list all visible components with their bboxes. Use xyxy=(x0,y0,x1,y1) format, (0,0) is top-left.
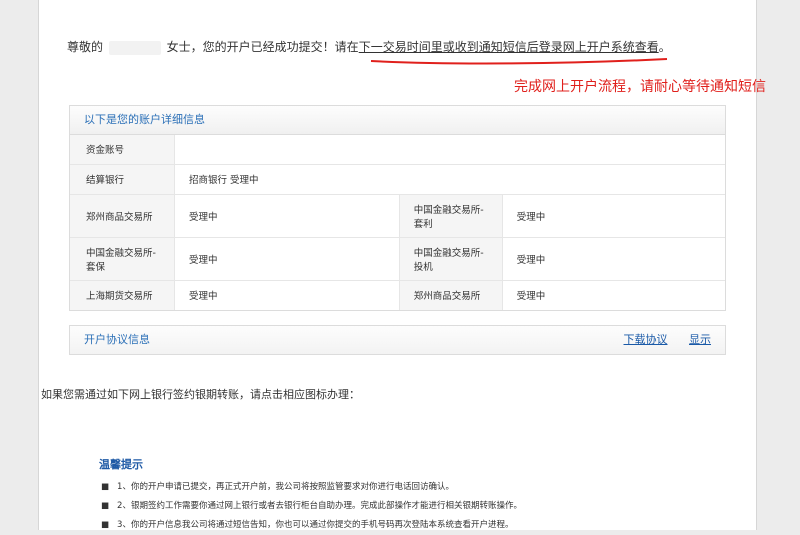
agreement-panel-title: 开户协议信息 xyxy=(84,333,150,346)
exchange-label: 中国金融交易所-套利 xyxy=(398,194,503,238)
bank-instruction-text: 如果您需通过如下网上银行签约银期转账，请点击相应图标办理： xyxy=(41,388,360,401)
tips-title: 温馨提示 xyxy=(99,458,143,471)
greeting-end: 。 xyxy=(658,40,671,54)
tip-text: 2、银期签约工作需要你通过网上银行或者去银行柜台自助办理。完成此部操作才能进行相… xyxy=(117,501,522,511)
exchange-status: 受理中 xyxy=(189,291,218,303)
account-details-panel: 以下是您的账户详细信息 资金账号 结算银行 招商银行 受理中 郑州商品交易所 受… xyxy=(69,105,726,311)
table-row: 资金账号 xyxy=(70,135,725,165)
settlement-bank-value: 招商银行 受理中 xyxy=(174,164,725,195)
table-row: 郑州商品交易所 受理中 中国金融交易所-套利 受理中 xyxy=(70,194,725,238)
exchange-status: 受理中 xyxy=(502,194,725,238)
download-agreement-link[interactable]: 下载协议 xyxy=(624,333,668,346)
red-annotation-text: 完成网上开户流程，请耐心等待通知短信 xyxy=(514,79,766,95)
bullet-icon: ■ xyxy=(101,501,110,511)
red-underline-annotation xyxy=(370,58,668,65)
agreement-panel-header: 开户协议信息 下载协议 显示 xyxy=(70,326,725,354)
greeting-prefix: 尊敬的 xyxy=(67,40,104,54)
list-item: ■ 1、你的开户申请已提交，再正式开户前，我公司将按照监管要求对你进行电话回访确认… xyxy=(101,478,522,497)
exchange-status: 受理中 xyxy=(502,237,725,281)
greeting-underlined: 下一交易时间里或收到通知短信后登录网上开户系统查看 xyxy=(358,40,659,54)
bullet-icon: ■ xyxy=(101,482,110,492)
tip-text: 3、你的开户信息我公司将通过短信告知，你也可以通过你提交的手机号码再次登陆本系统… xyxy=(117,520,514,530)
table-row: 结算银行 招商银行 受理中 xyxy=(70,164,725,195)
redacted-name xyxy=(108,40,161,55)
greeting-suffix: 女士，您的开户已经成功提交！请在 xyxy=(166,40,359,54)
exchange-label: 上海期货交易所 xyxy=(70,280,175,310)
settlement-bank-label: 结算银行 xyxy=(70,164,175,195)
bullet-icon: ■ xyxy=(101,520,110,530)
account-details-table: 资金账号 结算银行 招商银行 受理中 郑州商品交易所 受理中 中国金融交易所-套… xyxy=(70,135,725,310)
tips-list: ■ 1、你的开户申请已提交，再正式开户前，我公司将按照监管要求对你进行电话回访确认… xyxy=(101,478,522,535)
exchange-status: 受理中 xyxy=(516,291,546,303)
fund-account-value xyxy=(174,135,725,165)
list-item: ■ 2、银期签约工作需要你通过网上银行或者去银行柜台自助办理。完成此部操作才能进行… xyxy=(101,497,522,516)
exchange-label: 郑州商品交易所 xyxy=(70,194,175,238)
exchange-label: 中国金融交易所-投机 xyxy=(398,237,503,281)
account-panel-title: 以下是您的账户详细信息 xyxy=(70,106,725,135)
table-row: 中国金融交易所-套保 受理中 中国金融交易所-投机 受理中 xyxy=(70,237,725,281)
list-item: ■ 3、你的开户信息我公司将通过短信告知，你也可以通过你提交的手机号码再次登陆本系… xyxy=(101,516,522,535)
main-page: 尊敬的 女士，您的开户已经成功提交！请在下一交易时间里或收到通知短信后登录网上开… xyxy=(38,0,766,530)
agreement-panel: 开户协议信息 下载协议 显示 xyxy=(69,325,726,355)
exchange-label: 郑州商品交易所 xyxy=(398,280,503,310)
exchange-label: 中国金融交易所-套保 xyxy=(70,237,175,281)
exchange-status: 受理中 xyxy=(174,237,400,281)
table-row: 上海期货交易所 受理中 郑州商品交易所 受理中 xyxy=(70,280,725,310)
exchange-status: 受理中 xyxy=(174,194,400,238)
fund-account-label: 资金账号 xyxy=(70,135,175,165)
tip-text: 1、你的开户申请已提交，再正式开户前，我公司将按照监管要求对你进行电话回访确认。 xyxy=(117,482,454,492)
greeting-message: 尊敬的 女士，您的开户已经成功提交！请在下一交易时间里或收到通知短信后登录网上开… xyxy=(67,38,671,55)
agreement-links: 下载协议 显示 xyxy=(606,326,712,354)
show-agreement-link[interactable]: 显示 xyxy=(689,333,711,346)
